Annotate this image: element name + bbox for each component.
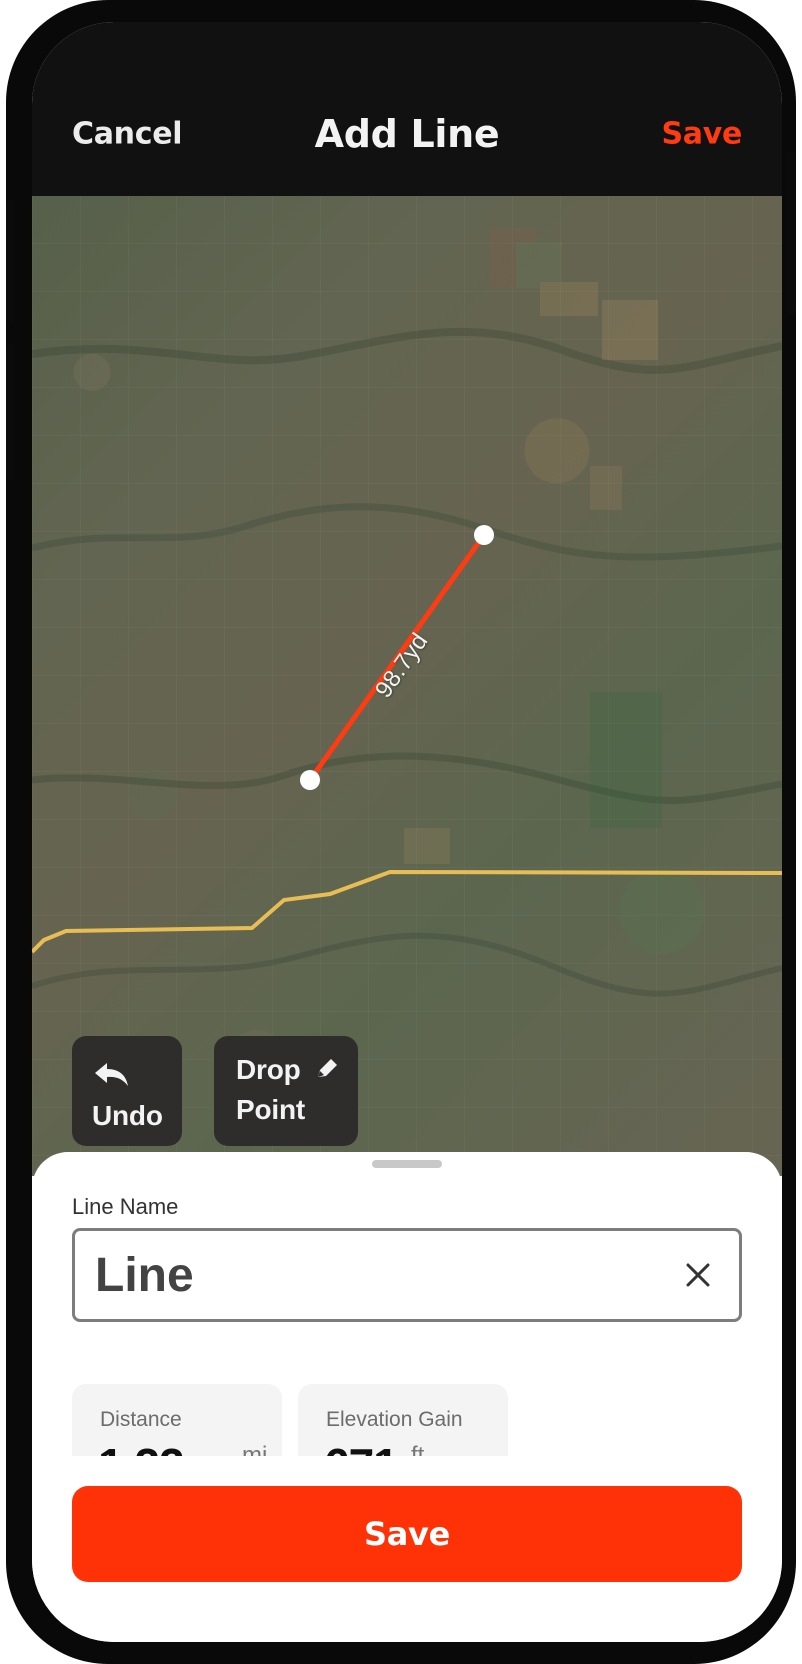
elevation-gain-value: 671: [324, 1438, 399, 1456]
elevation-gain-unit: ft: [411, 1442, 425, 1456]
side-button: [6, 344, 14, 480]
distance-label: Distance: [100, 1408, 182, 1431]
phone-frame: Cancel Add Line Save 98.7yd Undo Drop Po…: [6, 0, 796, 1664]
sheet-drag-handle[interactable]: [372, 1160, 442, 1168]
undo-button[interactable]: Undo: [72, 1036, 182, 1146]
elevation-gain-label: Elevation Gain: [326, 1408, 463, 1431]
start-point-marker: [300, 770, 320, 790]
end-point-marker: [474, 525, 494, 545]
save-button[interactable]: Save: [72, 1486, 742, 1582]
drop-point-label-line-1: Drop: [236, 1054, 301, 1085]
route-layer: [32, 525, 782, 954]
distance-unit: mi: [242, 1442, 268, 1456]
undo-icon: [95, 1063, 128, 1086]
distance-card: Distance 1.22 mi: [72, 1384, 282, 1456]
drop-point-button[interactable]: Drop Point: [214, 1036, 358, 1146]
line-details-sheet: Line Name Distance 1.22 mi Elevation Gai…: [32, 1152, 782, 1642]
line-name-label: Line Name: [72, 1194, 179, 1219]
header-save-button[interactable]: Save: [661, 117, 742, 152]
cancel-button[interactable]: Cancel: [72, 117, 183, 152]
pencil-icon: [318, 1059, 337, 1077]
undo-label: Undo: [92, 1100, 163, 1131]
side-button: [6, 200, 14, 322]
top-navigation-bar: Cancel Add Line Save: [32, 22, 782, 196]
drop-point-label-line-2: Point: [236, 1094, 305, 1125]
page-title: Add Line: [314, 112, 500, 156]
elevation-gain-card: Elevation Gain 671 ft: [298, 1384, 508, 1456]
close-icon[interactable]: [681, 1258, 715, 1292]
app-screen: Cancel Add Line Save 98.7yd Undo Drop Po…: [32, 22, 782, 1642]
side-button: [786, 152, 796, 314]
road-line: [32, 869, 782, 954]
line-name-field[interactable]: [72, 1228, 742, 1322]
satellite-map[interactable]: 98.7yd Undo Drop Point: [32, 196, 782, 1176]
distance-value: 1.22: [98, 1438, 185, 1456]
line-name-input[interactable]: [95, 1243, 655, 1307]
